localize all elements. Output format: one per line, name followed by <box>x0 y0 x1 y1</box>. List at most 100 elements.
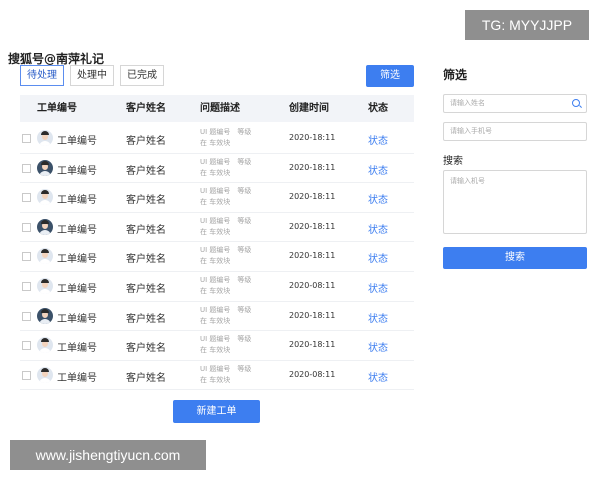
ticket-id[interactable]: 工单编号 <box>57 191 97 206</box>
row-checkbox[interactable] <box>22 134 31 143</box>
ticket-id[interactable]: 工单编号 <box>57 280 97 295</box>
problem-description: UI 题编号 等级在 车效块 <box>200 334 264 356</box>
problem-description-line: UI 题编号 等级 <box>200 335 252 344</box>
avatar <box>37 130 53 146</box>
table-row[interactable]: 工单编号 客户姓名 UI 题编号 等级在 车效块 2020-18:11 状态 <box>20 331 414 361</box>
problem-description-line: 在 车效块 <box>200 139 231 147</box>
customer-name: 客户姓名 <box>126 343 166 355</box>
table-row[interactable]: 工单编号 客户姓名 UI 题编号 等级在 车效块 2020-18:11 状态 <box>20 213 414 243</box>
phone-input-placeholder: 请输入手机号 <box>450 127 492 135</box>
avatar <box>37 337 53 354</box>
new-ticket-button[interactable]: 新建工单 <box>173 400 260 423</box>
table-row[interactable]: 工单编号 客户姓名 UI 题编号 等级在 车效块 2020-18:11 状态 <box>20 242 414 272</box>
problem-description-line: UI 题编号 等级 <box>200 157 252 166</box>
created-time: 2020-18:11 <box>289 133 336 142</box>
status-link[interactable]: 状态 <box>368 339 388 354</box>
row-checkbox[interactable] <box>22 193 31 203</box>
problem-description-line: 在 车效块 <box>200 257 231 266</box>
search-textarea-placeholder: 请输入机号 <box>450 177 485 185</box>
row-checkbox[interactable] <box>22 252 31 262</box>
status-link[interactable]: 状态 <box>368 191 388 206</box>
avatar <box>37 159 53 176</box>
table-row[interactable]: 工单编号 客户姓名 UI 题编号 等级在 车效块 2020-08:11 状态 <box>20 361 414 391</box>
ticket-list-panel: 待处理 处理中 已完成 筛选 工单编号 客户姓名 问题描述 创建时间 状态 工单… <box>11 52 426 434</box>
customer-name: 客户姓名 <box>126 136 166 147</box>
problem-description-line: UI 题编号 等级 <box>200 276 252 284</box>
created-time: 2020-18:11 <box>289 162 336 172</box>
status-tabs: 待处理 处理中 已完成 <box>20 65 170 86</box>
ticket-id[interactable]: 工单编号 <box>57 132 97 147</box>
search-icon[interactable] <box>572 99 580 107</box>
ticket-id[interactable]: 工单编号 <box>57 250 97 265</box>
problem-description: UI 题编号 等级在 车效块 <box>200 216 264 238</box>
problem-description: UI 题编号 等级在 车效块 <box>200 364 264 386</box>
search-textarea[interactable]: 请输入机号 <box>443 170 587 234</box>
watermark-tg: TG: MYYJJPP <box>465 10 589 40</box>
status-link[interactable]: 状态 <box>368 280 388 295</box>
watermark-sohu: 搜狐号@南萍礼记 <box>8 52 105 66</box>
table-row[interactable]: 工单编号 客户姓名 UI 题编号 等级在 车效块 2020-18:11 状态 <box>20 183 414 213</box>
ticket-id[interactable]: 工单编号 <box>57 339 97 354</box>
phone-input[interactable]: 请输入手机号 <box>443 122 587 141</box>
row-checkbox[interactable] <box>22 311 31 321</box>
customer-name: 客户姓名 <box>126 195 166 207</box>
avatar <box>37 218 53 235</box>
header-ticket-id[interactable]: 工单编号 <box>37 95 77 122</box>
ticket-id[interactable]: 工单编号 <box>57 369 97 384</box>
header-description[interactable]: 问题描述 <box>200 95 240 122</box>
customer-name: 客户姓名 <box>126 313 166 325</box>
created-time: 2020-18:11 <box>289 340 336 350</box>
customer-name: 客户姓名 <box>126 254 166 266</box>
problem-description-line: UI 题编号 等级 <box>200 128 252 136</box>
search-label: 搜索 <box>443 156 463 167</box>
header-created-time[interactable]: 创建时间 <box>289 95 329 122</box>
tab-processing[interactable]: 处理中 <box>70 65 114 86</box>
problem-description-line: 在 车效块 <box>200 316 231 325</box>
name-input[interactable]: 请输入姓名 <box>443 94 587 113</box>
row-checkbox[interactable] <box>22 370 31 380</box>
problem-description-line: 在 车效块 <box>200 168 231 177</box>
ticket-id[interactable]: 工单编号 <box>57 310 97 325</box>
problem-description-line: 在 车效块 <box>200 287 231 295</box>
problem-description-line: 在 车效块 <box>200 227 231 236</box>
created-time: 2020-08:11 <box>289 281 336 290</box>
status-link[interactable]: 状态 <box>368 369 388 384</box>
table-header: 工单编号 客户姓名 问题描述 创建时间 状态 <box>20 95 414 122</box>
avatar <box>37 248 53 265</box>
ticket-id[interactable]: 工单编号 <box>57 221 97 236</box>
status-link[interactable]: 状态 <box>368 310 388 325</box>
table-row[interactable]: 工单编号 客户姓名 UI 题编号 等级在 车效块 2020-18:11 状态 <box>20 124 414 154</box>
status-link[interactable]: 状态 <box>368 221 388 236</box>
problem-description: UI 题编号 等级在 车效块 <box>200 186 264 208</box>
problem-description-line: UI 题编号 等级 <box>200 216 252 225</box>
problem-description-line: UI 题编号 等级 <box>200 246 252 255</box>
table-row[interactable]: 工单编号 客户姓名 UI 题编号 等级在 车效块 2020-18:11 状态 <box>20 302 414 332</box>
table-row[interactable]: 工单编号 客户姓名 UI 题编号 等级在 车效块 2020-08:11 状态 <box>20 272 414 302</box>
problem-description: UI 题编号 等级在 车效块 <box>200 157 264 179</box>
status-link[interactable]: 状态 <box>368 250 388 265</box>
row-checkbox[interactable] <box>22 163 31 173</box>
tab-pending[interactable]: 待处理 <box>20 65 64 86</box>
header-customer-name[interactable]: 客户姓名 <box>126 95 166 122</box>
status-link[interactable]: 状态 <box>368 132 388 147</box>
tab-completed[interactable]: 已完成 <box>120 65 164 86</box>
problem-description-line: UI 题编号 等级 <box>200 305 252 314</box>
avatar <box>37 307 53 324</box>
header-status[interactable]: 状态 <box>368 95 388 122</box>
filter-panel-title: 筛选 <box>443 68 468 82</box>
search-button[interactable]: 搜索 <box>443 247 587 269</box>
problem-description-line: 在 车效块 <box>200 198 231 207</box>
problem-description-line: UI 题编号 等级 <box>200 187 252 196</box>
problem-description: UI 题编号 等级在 车效块 <box>200 127 264 149</box>
created-time: 2020-08:11 <box>289 369 336 379</box>
table-row[interactable]: 工单编号 客户姓名 UI 题编号 等级在 车效块 2020-18:11 状态 <box>20 154 414 184</box>
row-checkbox[interactable] <box>22 341 31 351</box>
customer-name: 客户姓名 <box>126 372 166 384</box>
filter-button[interactable]: 筛选 <box>366 65 414 87</box>
created-time: 2020-18:11 <box>289 251 336 261</box>
avatar <box>37 366 53 383</box>
row-checkbox[interactable] <box>22 282 31 291</box>
row-checkbox[interactable] <box>22 222 31 232</box>
ticket-id[interactable]: 工单编号 <box>57 162 97 177</box>
status-link[interactable]: 状态 <box>368 162 388 177</box>
